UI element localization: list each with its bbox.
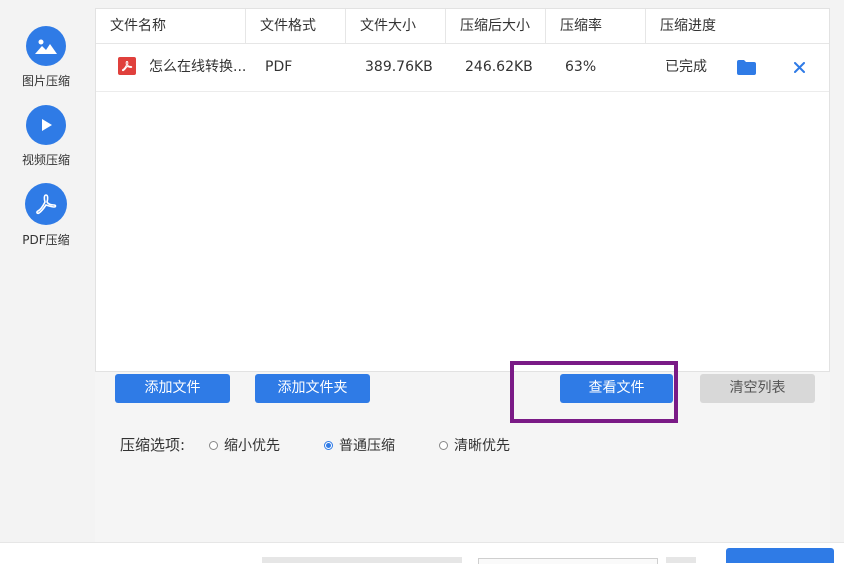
radio-size-priority[interactable]: 缩小优先 [209,437,280,454]
compression-options-label: 压缩选项: [120,436,186,454]
add-file-button[interactable]: 添加文件 [115,374,230,403]
pdf-file-icon [118,57,136,75]
sidebar-item-label: 视频压缩 [21,153,70,167]
output-path-input[interactable] [478,558,658,564]
radio-label: 清晰优先 [454,438,510,454]
compressed-size: 246.62KB [465,59,533,75]
image-icon [26,26,66,66]
compression-status: 已完成 [665,59,707,75]
open-folder-icon[interactable] [737,44,756,91]
radio-indicator-checked [324,440,333,450]
file-name: 怎么在线转换... [149,59,247,75]
bottom-bar-text-fragment [262,557,462,563]
table-header: 文件名称 文件格式 文件大小 压缩后大小 压缩率 压缩进度 [96,9,829,44]
radio-label: 缩小优先 [224,438,280,454]
clear-list-button[interactable]: 清空列表 [700,374,815,403]
play-icon [26,105,66,145]
radio-label: 普通压缩 [339,438,395,454]
header-file-format: 文件格式 [246,9,346,43]
header-compressed-size: 压缩后大小 [446,9,546,43]
file-table: 文件名称 文件格式 文件大小 压缩后大小 压缩率 压缩进度 怎么在线转换... … [95,8,830,372]
start-compress-button[interactable] [726,548,834,563]
radio-normal-compress[interactable]: 普通压缩 [324,437,395,454]
pdf-icon [25,183,67,225]
compression-ratio: 63% [565,59,597,75]
radio-indicator [439,440,448,450]
header-file-size: 文件大小 [346,9,446,43]
sidebar: 图片压缩 视频压缩 PDF压缩 [0,0,95,563]
view-files-button[interactable]: 查看文件 [560,374,673,403]
main-panel: 文件名称 文件格式 文件大小 压缩后大小 压缩率 压缩进度 怎么在线转换... … [95,8,830,542]
file-size: 389.76KB [365,59,433,75]
sidebar-item-label: 图片压缩 [21,74,70,88]
bottom-bar-icon-fragment [666,557,696,563]
radio-clarity-priority[interactable]: 清晰优先 [439,437,510,454]
close-icon[interactable] [794,44,805,91]
sidebar-item-label: PDF压缩 [22,233,70,247]
sidebar-item-pdf-compress[interactable]: PDF压缩 [0,183,92,248]
radio-indicator [209,440,218,450]
add-folder-button[interactable]: 添加文件夹 [255,374,370,403]
sidebar-item-video-compress[interactable]: 视频压缩 [0,105,92,168]
header-compression-progress: 压缩进度 [660,18,716,34]
sidebar-item-image-compress[interactable]: 图片压缩 [0,26,92,89]
header-file-name: 文件名称 [96,9,246,43]
header-compression-ratio: 压缩率 [546,9,646,43]
file-format: PDF [265,59,293,75]
table-row[interactable]: 怎么在线转换... PDF 389.76KB 246.62KB 63% 已完成 [96,44,829,92]
